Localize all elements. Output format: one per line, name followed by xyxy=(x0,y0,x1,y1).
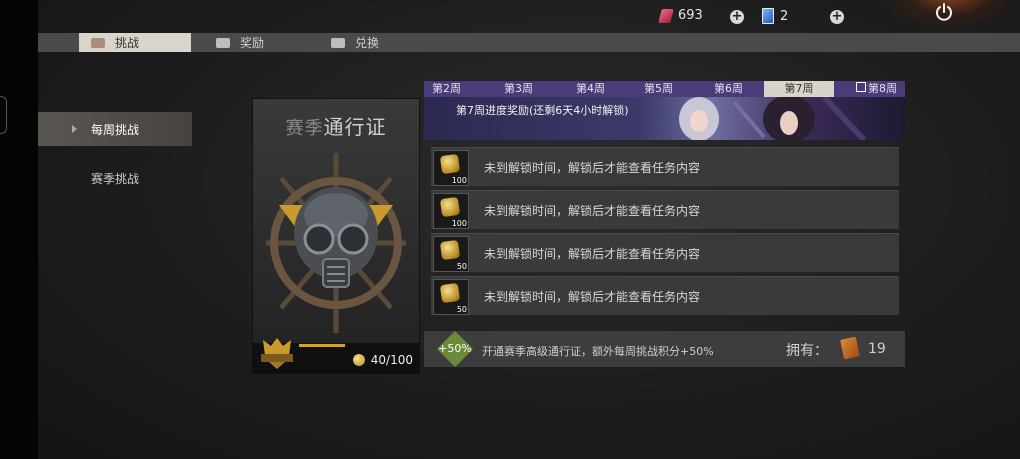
lock-icon xyxy=(856,82,866,92)
chest-icon xyxy=(216,37,230,48)
card-counter: 2 xyxy=(762,8,788,24)
banner-text: 第7周进度奖励(还剩6天4小时解锁) xyxy=(456,104,629,117)
gem-count: 693 xyxy=(678,8,703,23)
bonus-badge: +50% xyxy=(437,331,473,367)
pass-progress-bar xyxy=(299,344,345,347)
tab-week-6[interactable]: 第6周 xyxy=(714,81,743,97)
task-reward: 50 xyxy=(456,262,467,271)
exchange-icon xyxy=(331,37,345,48)
sidebar-item-label: 赛季挑战 xyxy=(90,171,139,186)
coin-icon xyxy=(352,354,365,366)
tab-week-label: 第5周 xyxy=(644,82,673,95)
task-reward: 100 xyxy=(451,176,467,185)
bonus-badge-text: +50% xyxy=(438,342,472,355)
upgrade-footer: +50% 开通赛季高级通行证，额外每周挑战积分+50% 拥有： 19 xyxy=(424,331,905,367)
week-tab-bar: 第2周 第3周 第4周 第5周 第6周 第7周 第8周 xyxy=(424,81,905,97)
sidebar-item-label: 每周挑战 xyxy=(90,122,139,137)
pass-title: 赛季通行证 xyxy=(253,111,419,140)
tab-challenge-label: 挑战 xyxy=(115,36,140,50)
arrow-right-icon xyxy=(72,125,77,133)
tab-rewards[interactable]: 奖励 xyxy=(216,33,316,52)
pass-xp: 40/100 xyxy=(352,353,413,367)
tab-week-label: 第8周 xyxy=(868,82,897,95)
task-reward-icon: 50 xyxy=(433,236,469,272)
tab-week-3[interactable]: 第3周 xyxy=(504,81,533,97)
weekly-reward-banner: 第7周进度奖励(还剩6天4小时解锁) xyxy=(424,97,905,140)
task-reward-icon: 100 xyxy=(433,150,469,186)
card-count: 2 xyxy=(780,8,789,24)
task-reward-icon: 100 xyxy=(433,193,469,229)
tab-week-4[interactable]: 第4周 xyxy=(576,81,605,97)
season-badge-icon xyxy=(261,338,293,369)
gas-mask-emblem-icon xyxy=(266,153,406,333)
task-text: 未到解锁时间，解锁后才能查看任务内容 xyxy=(484,247,701,261)
card-icon xyxy=(762,8,774,24)
screen-bezel xyxy=(0,0,38,459)
task-reward: 100 xyxy=(451,219,467,228)
character-art-icon xyxy=(679,97,867,140)
pass-xp-value: 40/100 xyxy=(370,353,413,367)
sidebar-item-season[interactable]: 赛季挑战 xyxy=(38,161,192,195)
task-text: 未到解锁时间，解锁后才能查看任务内容 xyxy=(484,204,701,218)
task-reward-icon: 50 xyxy=(433,279,469,315)
tab-week-label: 第3周 xyxy=(504,82,533,95)
task-text: 未到解锁时间，解锁后才能查看任务内容 xyxy=(484,290,701,304)
main-tab-bar: 挑战 奖励 兑换 xyxy=(38,33,1020,52)
tab-week-2[interactable]: 第2周 xyxy=(432,81,461,97)
coin-icon xyxy=(439,282,461,304)
challenge-icon xyxy=(91,37,105,48)
coin-icon xyxy=(439,239,461,261)
task-reward: 50 xyxy=(456,305,467,314)
task-row: 50 未到解锁时间，解锁后才能查看任务内容 xyxy=(431,276,899,315)
tab-week-label: 第2周 xyxy=(432,82,461,95)
gem-icon xyxy=(658,8,674,23)
task-text: 未到解锁时间，解锁后才能查看任务内容 xyxy=(484,161,701,175)
background xyxy=(38,0,1020,459)
bezel-notch xyxy=(0,96,7,134)
add-gems-button[interactable]: + xyxy=(730,10,744,24)
pass-title-main: 通行证 xyxy=(323,115,387,139)
power-icon[interactable] xyxy=(934,2,954,22)
tab-week-label: 第7周 xyxy=(784,82,814,95)
tab-challenge[interactable]: 挑战 xyxy=(79,33,191,52)
tab-exchange[interactable]: 兑换 xyxy=(331,33,431,52)
add-cards-button[interactable]: + xyxy=(830,10,844,24)
task-row: 100 未到解锁时间，解锁后才能查看任务内容 xyxy=(431,190,899,229)
owned-label: 拥有： xyxy=(786,343,828,359)
task-row: 50 未到解锁时间，解锁后才能查看任务内容 xyxy=(431,233,899,272)
ticket-icon xyxy=(840,336,860,360)
tab-rewards-label: 奖励 xyxy=(240,36,265,50)
season-pass-card[interactable]: 赛季通行证 40/100 xyxy=(252,98,420,374)
gem-counter: 693 xyxy=(658,8,703,23)
tab-week-8[interactable]: 第8周 xyxy=(856,81,897,97)
upgrade-hint-text: 开通赛季高级通行证，额外每周挑战积分+50% xyxy=(482,345,714,358)
tab-week-label: 第6周 xyxy=(714,82,743,95)
sidebar-item-weekly[interactable]: 每周挑战 xyxy=(38,112,192,146)
tab-week-5[interactable]: 第5周 xyxy=(644,81,673,97)
task-row: 100 未到解锁时间，解锁后才能查看任务内容 xyxy=(431,147,899,186)
pass-title-prefix: 赛季 xyxy=(285,118,324,139)
coin-icon xyxy=(439,153,461,175)
coin-icon xyxy=(439,196,461,218)
owned-count: 19 xyxy=(868,341,886,357)
tab-week-label: 第4周 xyxy=(576,82,605,95)
tab-week-7[interactable]: 第7周 xyxy=(764,81,834,97)
tab-exchange-label: 兑换 xyxy=(355,36,380,50)
